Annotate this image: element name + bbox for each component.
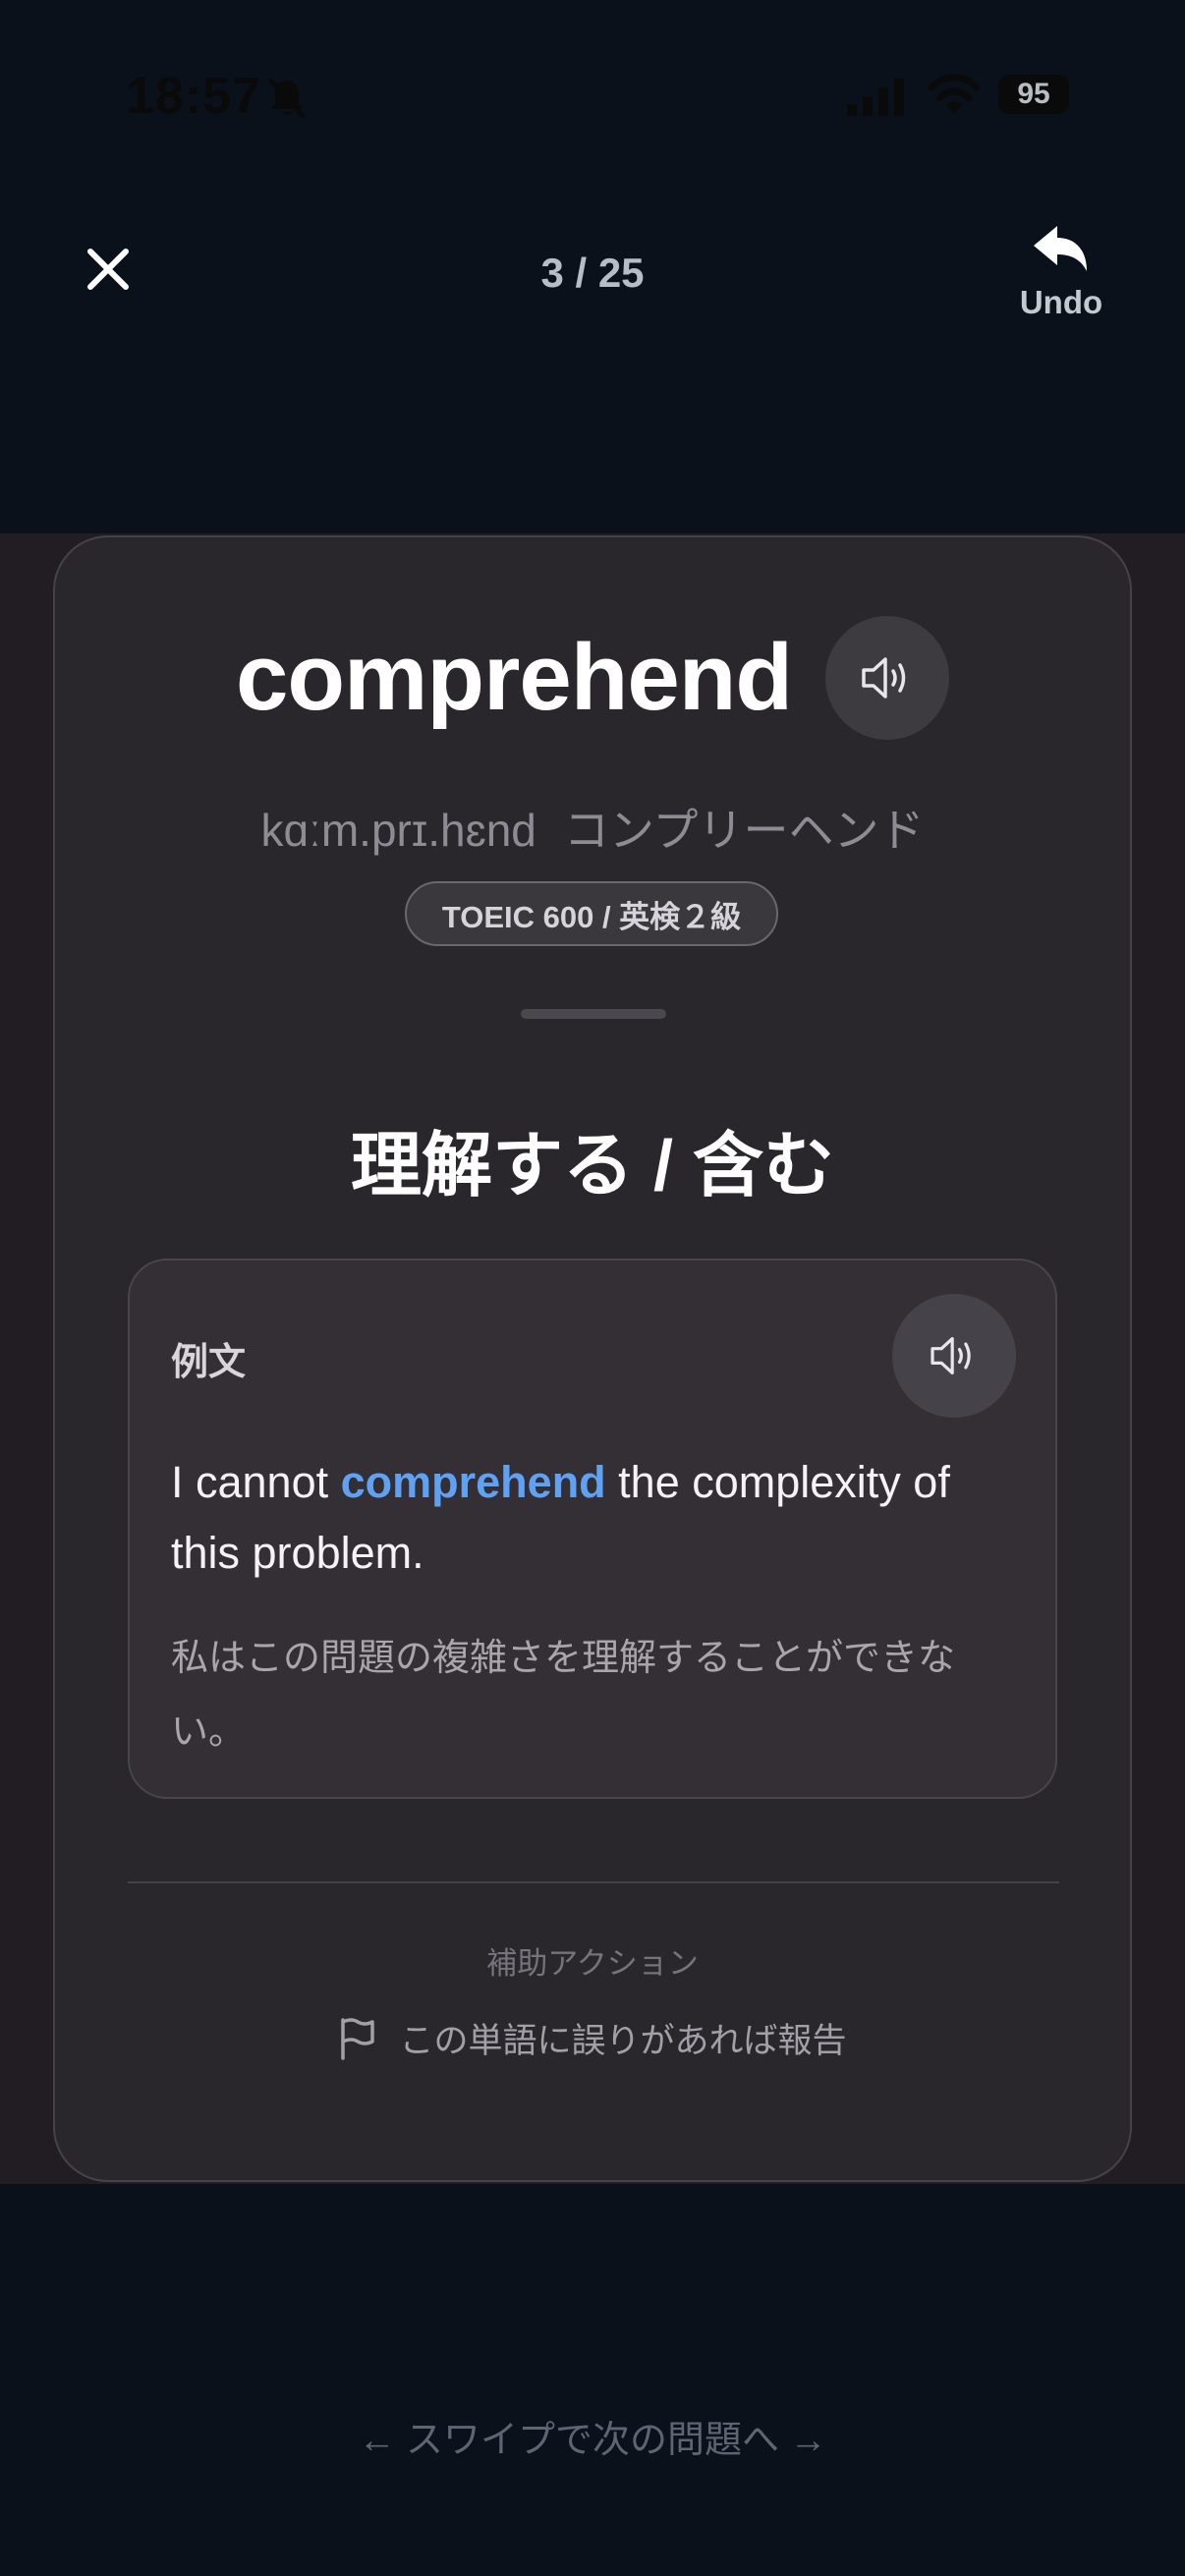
undo-label: Undo — [1019, 284, 1103, 320]
aux-actions-title: 補助アクション — [486, 1946, 699, 1981]
wifi-icon — [928, 73, 981, 121]
cellular-signal-icon — [847, 79, 906, 121]
word-row: comprehend — [55, 616, 1130, 740]
undo-button[interactable]: Undo — [1002, 224, 1120, 332]
pronunciation-ipa: kɑːm.prɪ.hɛnd — [260, 805, 536, 856]
example-sentence: I cannot comprehend the complexity of th… — [171, 1447, 1016, 1589]
status-bar: 18:57 95 — [0, 0, 1185, 196]
example-label: 例文 — [171, 1342, 247, 1383]
example-sentence-before: I cannot — [171, 1457, 341, 1507]
level-badge: TOEIC 600 / 英検２級 — [405, 881, 778, 946]
status-time: 18:57 — [126, 68, 261, 125]
example-highlight-word: comprehend — [340, 1457, 606, 1507]
battery-indicator: 95 — [998, 75, 1069, 114]
report-label: この単語に誤りがあれば報告 — [399, 2022, 847, 2060]
pronunciation-kana: コンプリーヘンド — [563, 805, 925, 856]
flag-icon — [341, 2017, 375, 2060]
undo-arrow-icon — [1034, 226, 1087, 271]
report-error-button[interactable]: この単語に誤りがあれば報告 — [55, 2013, 1130, 2063]
section-divider — [128, 1881, 1059, 1883]
word-audio-button[interactable] — [825, 616, 950, 740]
word-meaning: 理解する / 含む — [350, 1127, 834, 1205]
swipe-hint: ← スワイプで次の問題へ → — [358, 2420, 827, 2461]
vocab-word: comprehend — [235, 625, 793, 730]
speaker-icon — [862, 657, 906, 699]
example-translation: 私はこの問題の複雑さを理解することができない。 — [171, 1638, 956, 1753]
example-audio-button[interactable] — [892, 1294, 1016, 1418]
pronunciation: kɑːm.prɪ.hɛnd コンプリーヘンド — [55, 795, 1130, 860]
example-box: 例文 I cannot comprehend the complexity of… — [128, 1259, 1057, 1799]
flashcard[interactable]: comprehend kɑːm.prɪ.hɛnd コンプリーヘンド TOEIC 6… — [53, 535, 1132, 2182]
muted-bell-icon — [267, 77, 307, 125]
divider-handle — [521, 1009, 666, 1019]
speaker-icon — [931, 1336, 971, 1375]
